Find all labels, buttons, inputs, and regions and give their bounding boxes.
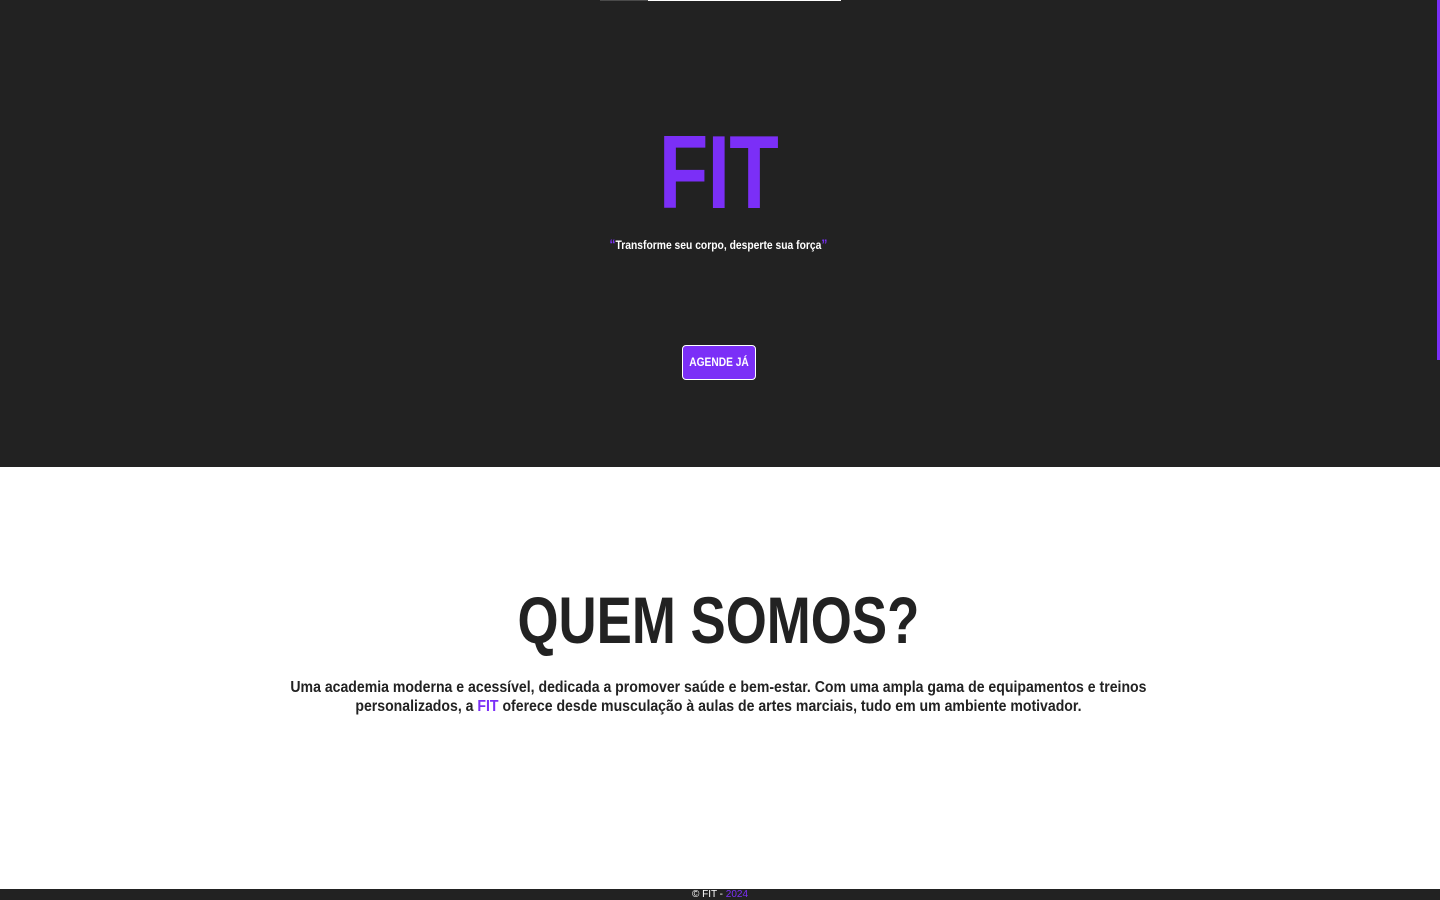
about-text-end: oferece desde musculação à aulas de arte… [498, 698, 1082, 715]
footer: © FIT - 2024 [0, 889, 1440, 900]
hero-section: FIT “Transforme seu corpo, desperte sua … [0, 0, 1437, 467]
hero-slogan: “Transforme seu corpo, desperte sua forç… [101, 235, 1337, 254]
about-brand-name: FIT [477, 698, 499, 715]
footer-copyright: © FIT - [691, 889, 726, 900]
top-nav-tab-left [600, 0, 648, 1]
slogan-close-quote: ” [821, 236, 828, 252]
top-nav-tab-right [648, 0, 841, 1]
schedule-button[interactable]: AGENDE JÁ [682, 345, 756, 380]
brand-logo: FIT [658, 115, 779, 231]
about-description: Uma academia moderna e acessível, dedica… [262, 678, 1175, 716]
slogan-text: Transforme seu corpo, desperte sua força [615, 238, 822, 252]
schedule-button-label: AGENDE JÁ [689, 355, 749, 369]
footer-year: 2024 [725, 889, 749, 900]
about-title: QUEM SOMOS? [517, 583, 920, 657]
